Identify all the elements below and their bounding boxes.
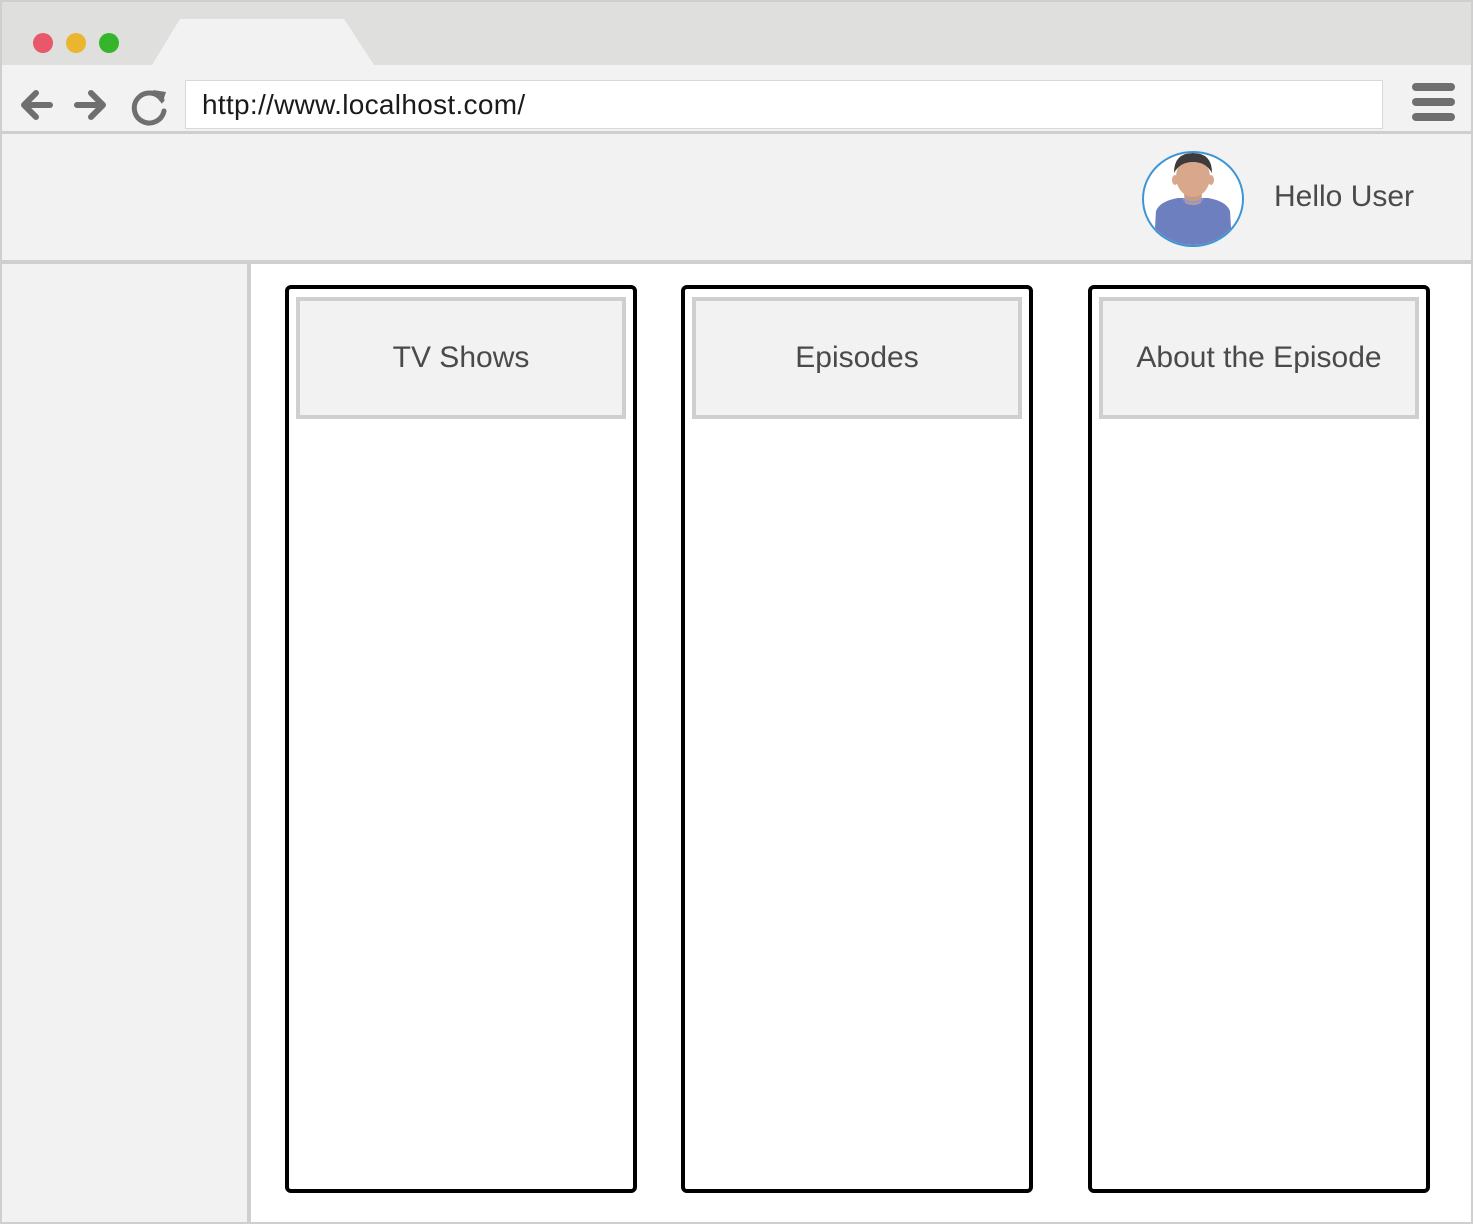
maximize-window-button[interactable] [99,33,119,53]
greeting-text: Hello User [1274,180,1415,213]
reload-icon[interactable] [129,87,169,127]
about-episode-panel: About the Episode [1088,285,1430,1193]
address-bar[interactable]: http://www.localhost.com/ [185,80,1383,129]
minimize-window-button[interactable] [66,33,86,53]
tv-shows-panel: TV Shows [285,285,637,1193]
browser-tab[interactable] [152,19,374,65]
sidebar [2,264,251,1222]
arrow-left-icon[interactable] [18,87,54,123]
tv-shows-header[interactable]: TV Shows [296,297,626,419]
close-window-button[interactable] [33,33,53,53]
about-episode-header[interactable]: About the Episode [1099,297,1419,419]
episodes-panel: Episodes [681,285,1033,1193]
browser-navbar: http://www.localhost.com/ [2,65,1471,134]
browser-titlebar [2,2,1471,65]
arrow-right-icon[interactable] [73,87,109,123]
app-header: Hello User [2,134,1471,264]
episodes-header[interactable]: Episodes [692,297,1022,419]
browser-window: http://www.localhost.com/ Hello User TV … [0,0,1473,1224]
hamburger-menu-icon[interactable] [1412,83,1456,123]
user-avatar-icon[interactable] [1142,151,1244,247]
